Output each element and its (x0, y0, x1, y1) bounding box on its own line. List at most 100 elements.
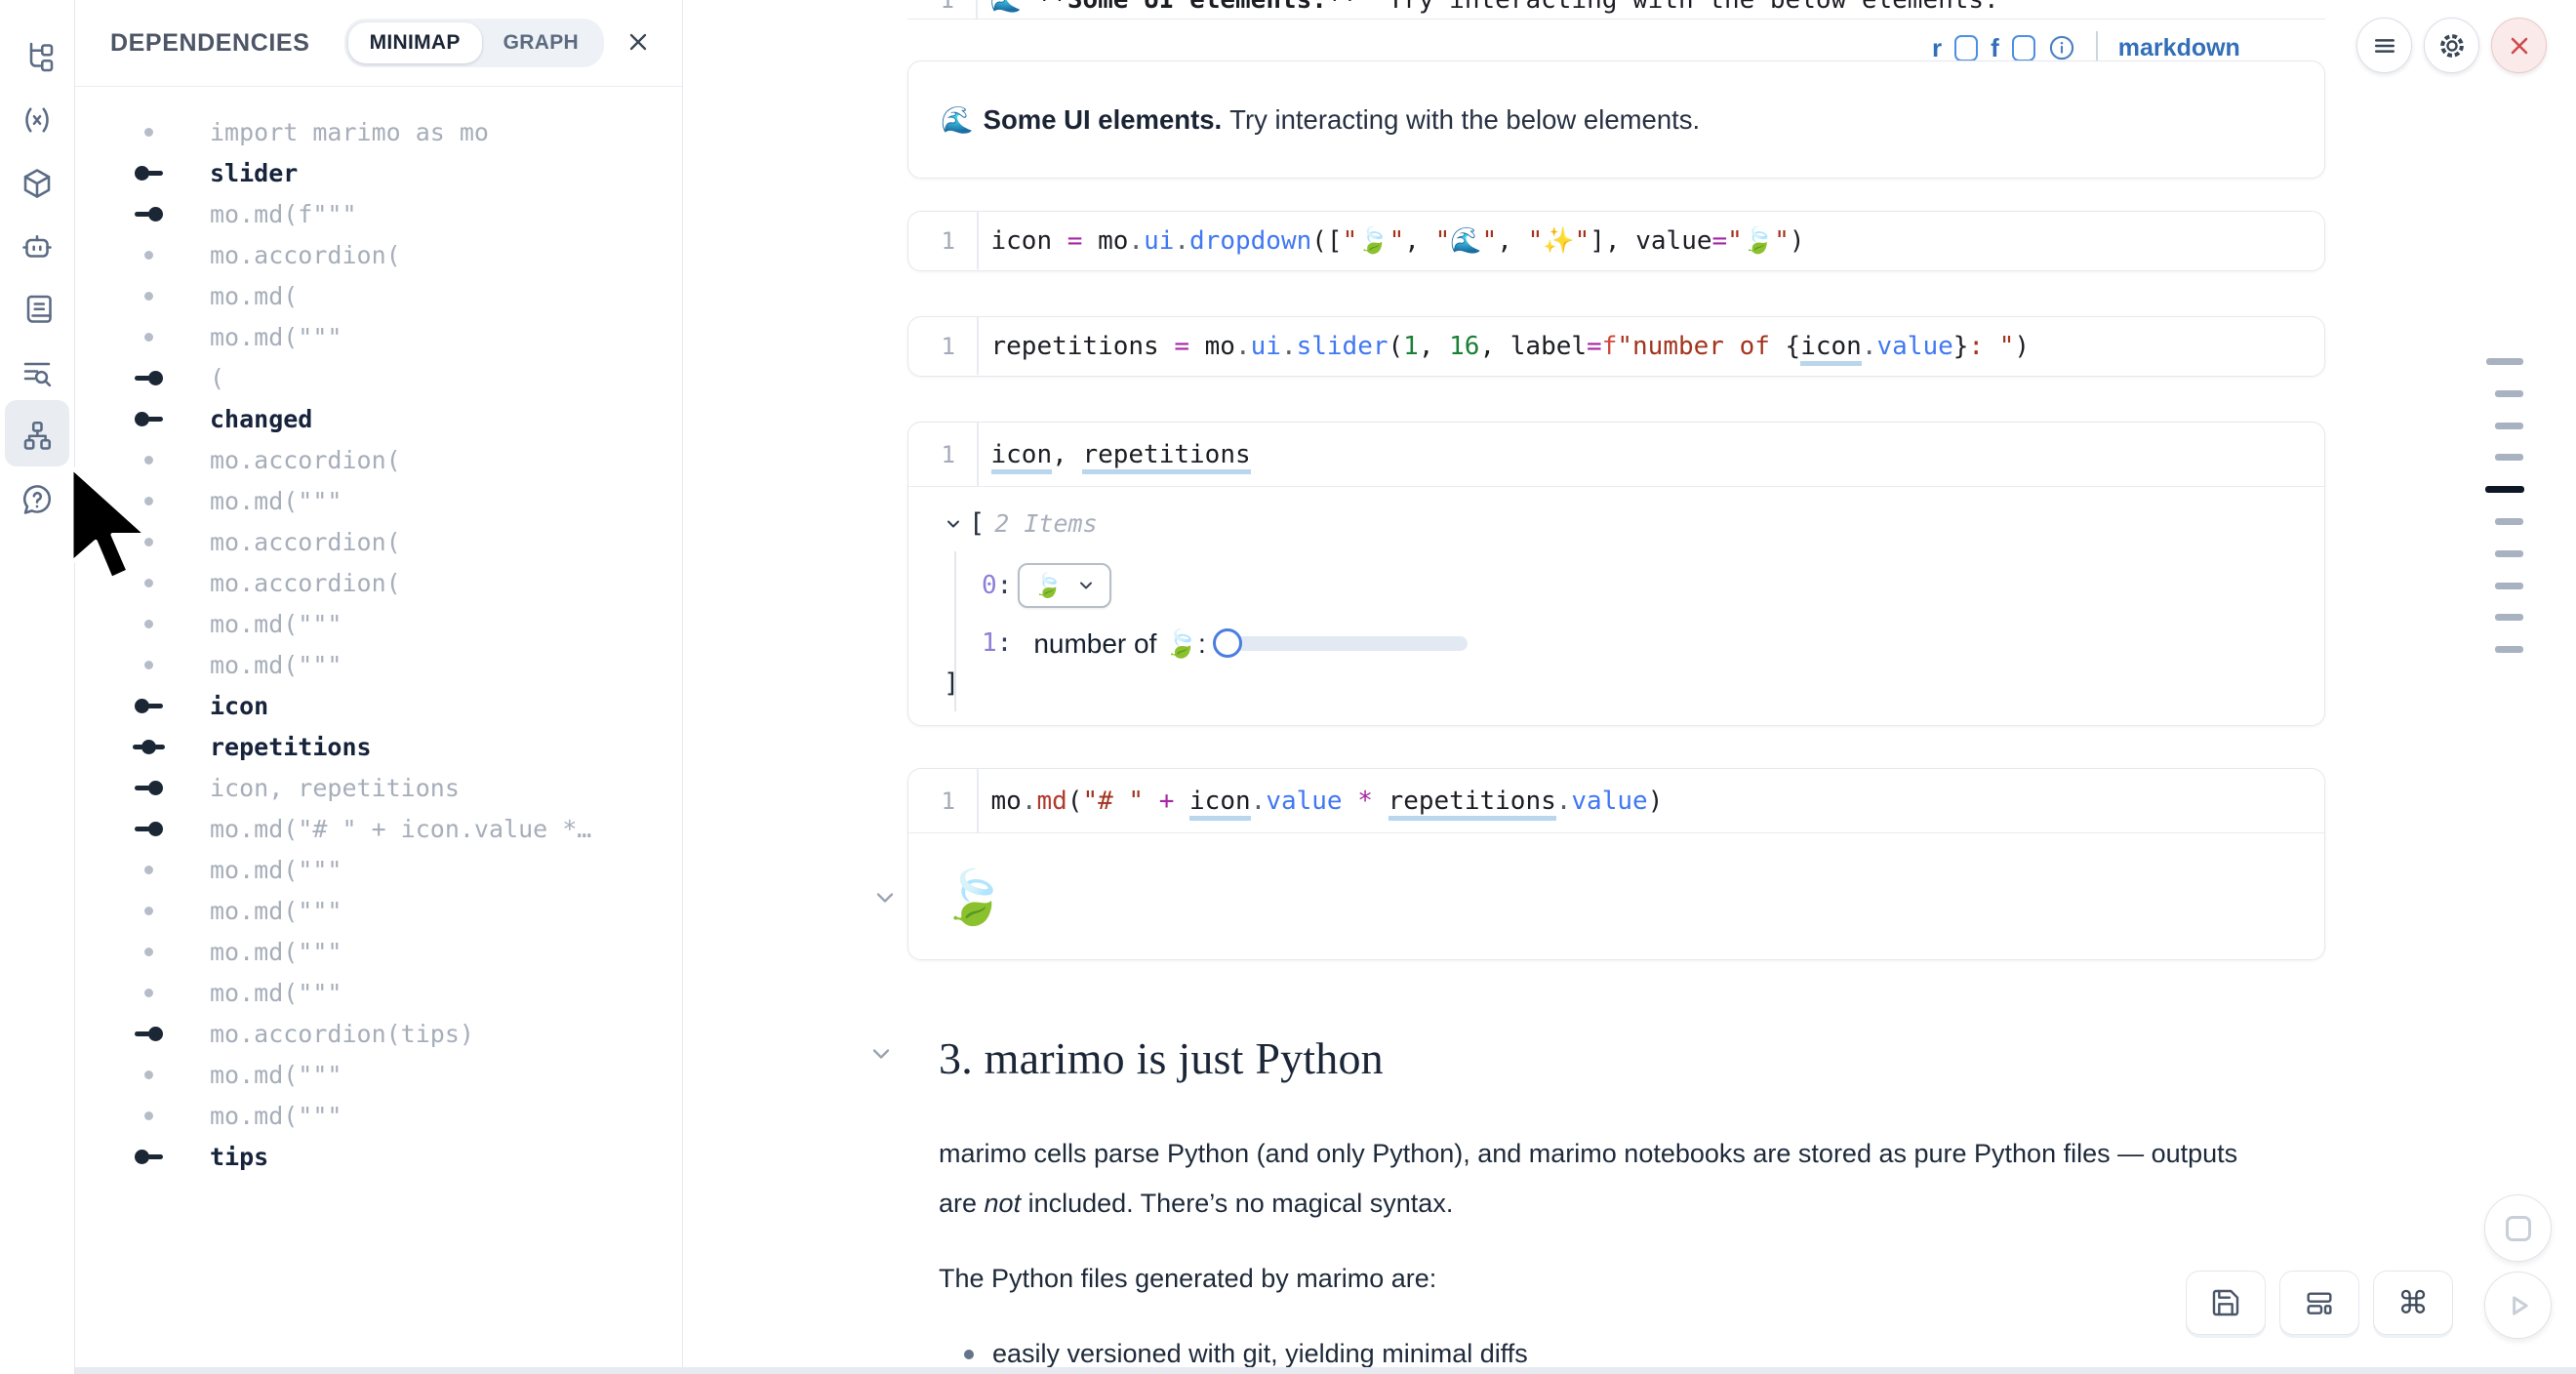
minimap-item[interactable]: slider (127, 152, 673, 193)
minimap-item-label: mo.md(""" (210, 487, 342, 515)
cell-marker-icon (127, 822, 170, 836)
minimap-item[interactable]: mo.md(""" (127, 890, 673, 931)
minimap-item[interactable]: mo.md(""" (127, 603, 673, 644)
cell-scroll-marker[interactable] (2495, 614, 2523, 621)
cell-marker-icon (127, 740, 170, 754)
panel-title: DEPENDENCIES (110, 29, 309, 58)
minimap-item[interactable]: changed (127, 398, 673, 439)
minimap-item[interactable]: mo.md(""" (127, 1054, 673, 1095)
search-outline-icon[interactable] (20, 355, 55, 390)
icon-dropdown[interactable]: 🍃 (1018, 563, 1111, 608)
cell-marker-icon (127, 128, 170, 137)
slider-label: number of 🍃: (1033, 627, 1206, 660)
cell-marker-icon (127, 907, 170, 915)
minimap-item[interactable]: import marimo as mo (127, 111, 673, 152)
minimap-item[interactable]: mo.md(""" (127, 931, 673, 972)
intro-rest-text: Try interacting with the below elements. (1229, 104, 1700, 136)
cell-editor-slider[interactable]: 1 repetitions = mo.ui.slider(1, 16, labe… (907, 316, 2325, 377)
minimap-item[interactable]: tips (127, 1136, 673, 1177)
minimap-item[interactable]: mo.md(""" (127, 972, 673, 1013)
cell-marker-icon (127, 1111, 170, 1120)
command-icon: ⌘ (2397, 1284, 2429, 1321)
collapse-output-chevron[interactable] (871, 884, 899, 911)
layout-button[interactable] (2279, 1271, 2359, 1335)
minimap-item[interactable]: mo.md(""" (127, 849, 673, 890)
info-icon[interactable] (2048, 34, 2075, 61)
minimap-item[interactable]: mo.accordion( (127, 562, 673, 603)
cell-scroll-marker[interactable] (2486, 358, 2523, 365)
minimap-item[interactable]: mo.md(""" (127, 1095, 673, 1136)
minimap-item-label: import marimo as mo (210, 118, 489, 146)
minimap-item[interactable]: mo.accordion(tips) (127, 1013, 673, 1054)
cell-scroll-marker[interactable] (2495, 390, 2523, 397)
items-count: 2 Items (994, 509, 1097, 538)
save-button[interactable] (2186, 1271, 2266, 1335)
cell-marker-icon (127, 989, 170, 997)
dependencies-icon[interactable] (20, 418, 55, 453)
minimap-item[interactable]: mo.md(f""" (127, 193, 673, 234)
section-heading: 3. marimo is just Python (939, 1032, 1384, 1084)
minimap-item[interactable]: icon, repetitions (127, 767, 673, 808)
slider-thumb[interactable] (1213, 628, 1242, 658)
ai-chat-icon[interactable] (20, 228, 55, 263)
cell-scroll-marker[interactable] (2495, 550, 2523, 557)
markdown-language-badge[interactable]: markdown (2118, 34, 2240, 62)
cell-scroll-marker[interactable] (2495, 583, 2523, 589)
packages-icon[interactable] (20, 166, 55, 201)
cell-scroll-marker[interactable] (2495, 518, 2523, 525)
cell-scroll-marker[interactable] (2495, 646, 2523, 653)
gutter-divider (977, 212, 979, 269)
cell-marker-icon (127, 333, 170, 342)
tab-graph[interactable]: GRAPH (482, 22, 600, 63)
tree-row-0: 0: 🍃 (982, 563, 1111, 608)
tree-key: 0 (982, 571, 997, 600)
tree-root: [ 2 Items (944, 508, 1098, 539)
save-icon (2210, 1287, 2241, 1318)
cell-editor-intro[interactable]: 1 🌊 **Some UI elements.** Try interactin… (907, 0, 2325, 20)
minimap-item[interactable]: mo.md( (127, 275, 673, 316)
stop-button[interactable] (2484, 1194, 2552, 1262)
cell-editor-md[interactable]: 1 mo.md("# " + icon.value * repetitions.… (908, 769, 2324, 833)
settings-button[interactable] (2424, 18, 2479, 73)
f-checkbox[interactable] (2012, 35, 2035, 61)
minimap-item[interactable]: icon (127, 685, 673, 726)
minimap-item[interactable]: mo.md(""" (127, 316, 673, 357)
file-tree-icon[interactable] (20, 38, 55, 73)
cell-scroll-marker[interactable] (2495, 454, 2523, 461)
minimap-item[interactable]: repetitions (127, 726, 673, 767)
cell-marker-icon (127, 538, 170, 546)
chevron-down-icon[interactable] (944, 514, 963, 534)
help-icon[interactable] (20, 482, 55, 517)
line-number: 1 (907, 0, 954, 14)
cell-editor-dropdown[interactable]: 1 icon = mo.ui.dropdown(["🍃", "🌊", "✨"],… (907, 211, 2325, 271)
cell-scroll-marker[interactable] (2495, 423, 2523, 429)
close-icon (2506, 32, 2533, 60)
r-checkbox[interactable] (1954, 35, 1978, 61)
minimap-item[interactable]: mo.accordion( (127, 521, 673, 562)
tab-minimap[interactable]: MINIMAP (348, 22, 482, 63)
notebook-menu-button[interactable] (2356, 18, 2412, 73)
cell-marker-icon (127, 1071, 170, 1079)
repetitions-slider[interactable] (1216, 636, 1468, 651)
minimap-item-label: ( (210, 364, 224, 392)
variables-icon[interactable] (20, 102, 55, 138)
layout-icon (2304, 1287, 2335, 1318)
collapse-section-chevron[interactable] (867, 1040, 895, 1068)
command-palette-button[interactable]: ⌘ (2373, 1271, 2453, 1335)
minimap-item[interactable]: mo.accordion( (127, 234, 673, 275)
minimap-item[interactable]: mo.accordion( (127, 439, 673, 480)
cell-editor-tuple[interactable]: 1 icon, repetitions (908, 423, 2324, 487)
shutdown-button[interactable] (2491, 18, 2547, 73)
code-line: repetitions = mo.ui.slider(1, 16, label=… (991, 332, 2031, 361)
cell-scroll-marker[interactable] (2485, 486, 2524, 493)
minimap-item-label: mo.md(""" (210, 323, 342, 351)
bullet-item: easily versioned with git, yielding mini… (964, 1339, 1528, 1369)
minimap-item[interactable]: ( (127, 357, 673, 398)
snippets-icon[interactable] (20, 291, 55, 326)
minimap-item[interactable]: mo.md("# " + icon.value *… (127, 808, 673, 849)
minimap-item-label: mo.accordion( (210, 446, 401, 474)
run-button[interactable] (2484, 1272, 2552, 1339)
minimap-item[interactable]: mo.md(""" (127, 480, 673, 521)
minimap-item[interactable]: mo.md(""" (127, 644, 673, 685)
close-panel-button[interactable] (624, 28, 653, 58)
